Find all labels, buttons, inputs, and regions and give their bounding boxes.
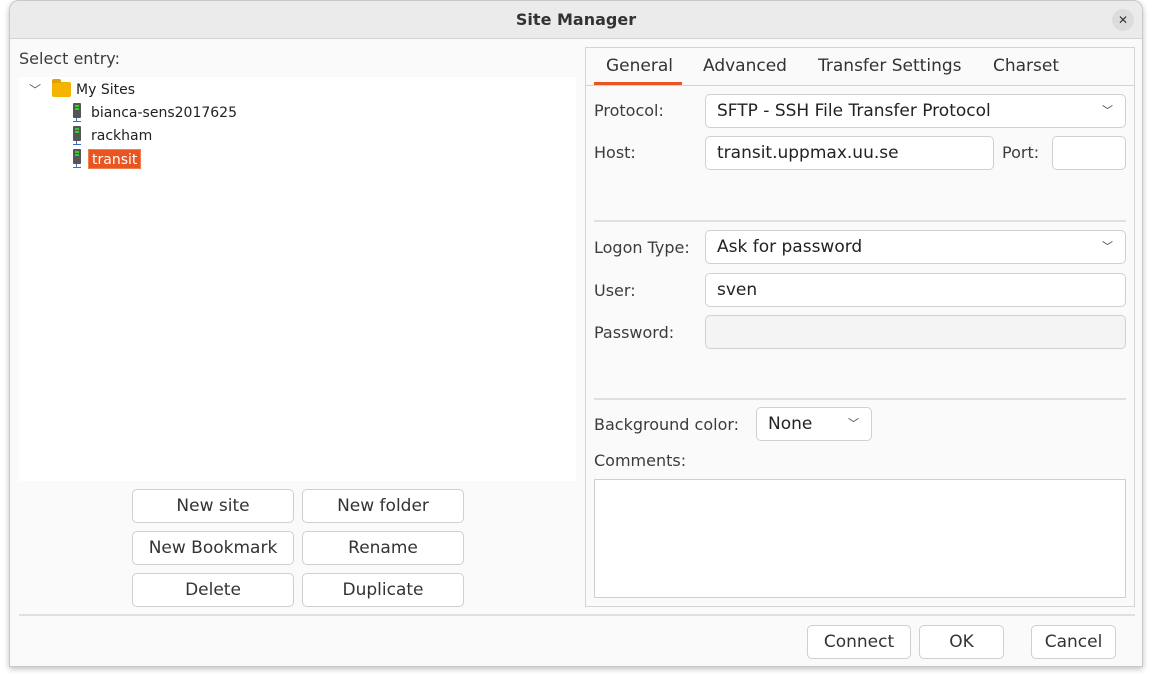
logon-type-select[interactable]: Ask for password ﹀ xyxy=(705,230,1126,264)
background-color-label: Background color: xyxy=(594,415,740,434)
ok-button[interactable]: OK xyxy=(919,625,1004,659)
tab-advanced[interactable]: Advanced xyxy=(703,56,787,76)
tab-divider xyxy=(586,85,1134,86)
close-icon[interactable]: ✕ xyxy=(1112,9,1134,31)
chevron-down-icon: ﹀ xyxy=(1102,104,1113,117)
new-bookmark-button[interactable]: New Bookmark xyxy=(132,531,294,565)
comments-textarea[interactable] xyxy=(594,479,1126,598)
user-input[interactable]: sven xyxy=(705,273,1126,307)
select-entry-label: Select entry: xyxy=(19,49,120,68)
tab-charset[interactable]: Charset xyxy=(993,56,1059,76)
server-icon xyxy=(72,103,81,123)
comments-label: Comments: xyxy=(594,451,687,470)
tab-general[interactable]: General xyxy=(606,56,673,76)
folder-icon xyxy=(52,79,71,97)
site-manager-window: Site Manager ✕ Select entry: ﹀ My Sites … xyxy=(9,0,1143,667)
background-color-value: None xyxy=(768,414,813,434)
password-input[interactable] xyxy=(705,315,1126,349)
server-icon xyxy=(72,126,81,146)
tree-item-site[interactable]: bianca-sens2017625 xyxy=(91,103,237,123)
protocol-select[interactable]: SFTP - SSH File Transfer Protocol ﹀ xyxy=(705,94,1126,128)
tree-item-site-selected[interactable]: transit xyxy=(88,149,142,169)
chevron-down-icon: ﹀ xyxy=(1102,240,1113,253)
cancel-button[interactable]: Cancel xyxy=(1031,625,1116,659)
tree-item-site[interactable]: rackham xyxy=(91,126,152,146)
tree-item-my-sites[interactable]: My Sites xyxy=(76,80,135,100)
rename-button[interactable]: Rename xyxy=(302,531,464,565)
port-input[interactable] xyxy=(1052,136,1126,170)
title-bar: Site Manager ✕ xyxy=(10,1,1142,39)
settings-panel: General Advanced Transfer Settings Chars… xyxy=(585,47,1135,607)
user-label: User: xyxy=(594,281,636,300)
window-title: Site Manager xyxy=(515,10,637,29)
connect-button[interactable]: Connect xyxy=(807,625,911,659)
server-icon xyxy=(72,149,81,169)
delete-button[interactable]: Delete xyxy=(132,573,294,607)
password-label: Password: xyxy=(594,323,675,342)
logon-type-value: Ask for password xyxy=(717,237,863,257)
host-label: Host: xyxy=(594,143,636,162)
new-folder-button[interactable]: New folder xyxy=(302,489,464,523)
new-site-button[interactable]: New site xyxy=(132,489,294,523)
port-label: Port: xyxy=(1002,143,1040,162)
chevron-down-icon: ﹀ xyxy=(848,417,859,430)
site-tree[interactable]: ﹀ My Sites bianca-sens2017625 rackham tr… xyxy=(19,77,576,481)
duplicate-button[interactable]: Duplicate xyxy=(302,573,464,607)
divider xyxy=(594,220,1126,222)
logon-type-label: Logon Type: xyxy=(594,238,690,257)
protocol-label: Protocol: xyxy=(594,101,664,120)
protocol-value: SFTP - SSH File Transfer Protocol xyxy=(717,101,991,121)
divider xyxy=(594,398,1126,400)
chevron-down-icon[interactable]: ﹀ xyxy=(29,81,41,98)
background-color-select[interactable]: None ﹀ xyxy=(756,407,872,441)
footer-divider xyxy=(19,614,1135,616)
tab-transfer-settings[interactable]: Transfer Settings xyxy=(818,56,962,76)
host-input[interactable]: transit.uppmax.uu.se xyxy=(705,136,994,170)
